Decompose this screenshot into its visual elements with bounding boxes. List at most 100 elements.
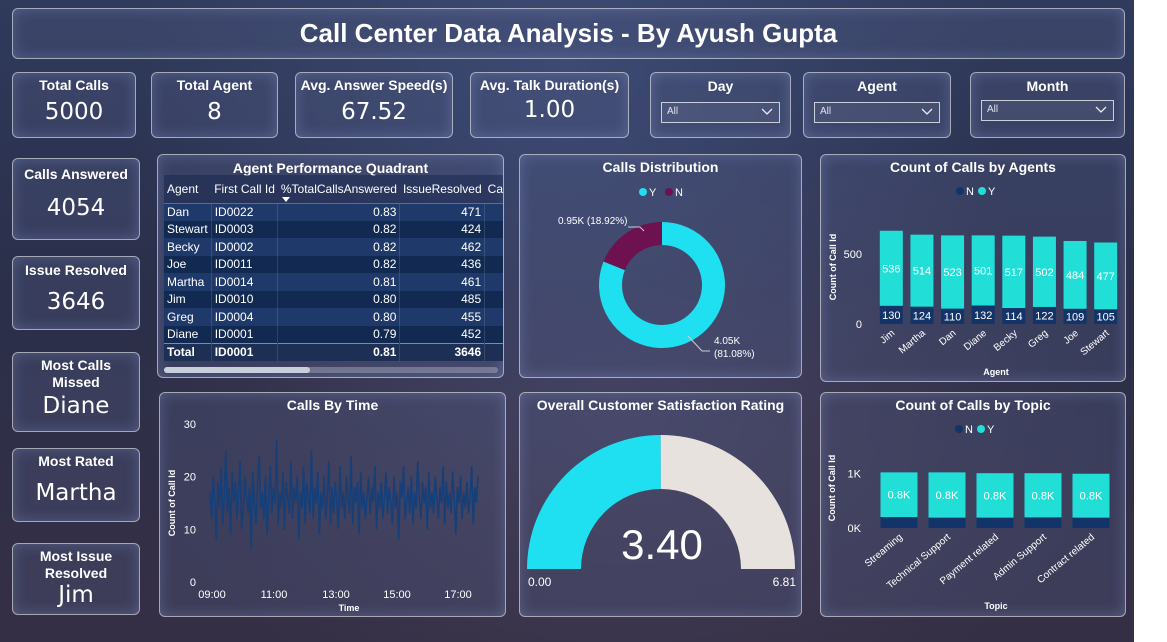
column-header[interactable]: First Call Id bbox=[211, 175, 278, 204]
table-cell: Diane bbox=[164, 325, 212, 343]
data-label-N: 109 bbox=[1066, 311, 1084, 323]
table-row[interactable]: Greg ID0004 0.80 455 bbox=[164, 308, 503, 326]
donut-slice-N[interactable] bbox=[603, 222, 662, 271]
chevron-down-icon bbox=[921, 108, 933, 115]
data-label-N: 130 bbox=[882, 310, 900, 322]
kpi-label: Issue Resolved bbox=[25, 262, 127, 278]
sort-descending-icon bbox=[281, 196, 290, 202]
bar-N[interactable] bbox=[880, 517, 918, 528]
scrollbar-thumb[interactable] bbox=[164, 367, 310, 373]
bar-N[interactable] bbox=[1024, 517, 1062, 528]
kpi-value: Jim bbox=[58, 582, 94, 608]
legend-marker-Y bbox=[639, 188, 647, 196]
y-tick-label: 0 bbox=[856, 319, 862, 331]
data-label-N: 105 bbox=[1097, 312, 1115, 324]
data-label-Y: 0.8K bbox=[936, 490, 959, 502]
x-axis-label: Time bbox=[339, 603, 360, 613]
x-tick-label: Martha bbox=[897, 328, 928, 357]
table-row[interactable]: Dan ID0022 0.83 471 bbox=[164, 203, 503, 221]
agent-performance-table-card: Agent Performance Quadrant Agent First C… bbox=[157, 154, 504, 378]
x-tick-label: 09:00 bbox=[198, 589, 226, 601]
x-tick-label: Stewart bbox=[1079, 328, 1112, 358]
data-label-Y: 477 bbox=[1097, 271, 1115, 283]
x-tick-label: 11:00 bbox=[261, 589, 288, 601]
column-header[interactable]: %TotalCallsAnswered bbox=[277, 175, 400, 204]
kpi-most-issue-resolved: Most Issue Resolved Jim bbox=[12, 543, 140, 615]
kpi-total-calls: Total Calls 5000 bbox=[12, 72, 136, 138]
kpi-total-agent: Total Agent 8 bbox=[151, 72, 278, 138]
legend-label-Y: Y bbox=[649, 187, 657, 199]
page-title: Call Center Data Analysis - By Ayush Gup… bbox=[299, 18, 838, 48]
kpi-label: Total Agent bbox=[176, 77, 253, 93]
table-cell: ID0014 bbox=[211, 273, 279, 291]
table-cell: ID0001 bbox=[211, 342, 279, 361]
table-cell: 0.81 bbox=[277, 342, 401, 361]
data-label-Y: 501 bbox=[974, 265, 992, 277]
slicer-month[interactable]: Month All bbox=[970, 72, 1125, 138]
column-header[interactable]: Ca bbox=[484, 175, 503, 204]
calls-line-series[interactable] bbox=[209, 439, 479, 551]
x-tick-label: Streaming bbox=[863, 532, 905, 570]
gauge-min-label: 0.00 bbox=[528, 575, 552, 589]
y-tick-label: 30 bbox=[184, 419, 196, 431]
data-label-Y: 0.8K bbox=[888, 490, 911, 502]
month-dropdown[interactable]: All bbox=[981, 100, 1114, 121]
table-cell: 0.81 bbox=[277, 273, 401, 291]
y-tick-label: 0 bbox=[190, 577, 196, 589]
y-axis-label: Count of Call Id bbox=[828, 234, 838, 301]
chevron-down-icon bbox=[1095, 106, 1107, 113]
table-row[interactable]: Stewart ID0003 0.82 424 bbox=[164, 220, 503, 238]
x-tick-label: 13:00 bbox=[322, 589, 350, 601]
table-row[interactable]: Joe ID0011 0.82 436 bbox=[164, 255, 503, 273]
kpi-avg-answer-speed: Avg. Answer Speed(s) 67.52 bbox=[295, 72, 453, 138]
horizontal-scrollbar[interactable] bbox=[164, 367, 498, 373]
table-cell: Dan bbox=[164, 203, 212, 221]
table-cell: 455 bbox=[399, 308, 486, 326]
table-total-row[interactable]: Total ID0001 0.81 3646 bbox=[164, 342, 503, 361]
table-cell bbox=[484, 308, 503, 326]
kpi-value: 1.00 bbox=[523, 97, 576, 123]
table-cell: 0.82 bbox=[277, 255, 401, 273]
table-row[interactable]: Martha ID0014 0.81 461 bbox=[164, 273, 503, 291]
table-cell: Greg bbox=[164, 308, 212, 326]
table-cell bbox=[484, 203, 503, 221]
kpi-label: Avg. Talk Duration(s) bbox=[479, 77, 620, 93]
column-header[interactable]: IssueResolved bbox=[399, 175, 485, 204]
y-axis-label: Count of Call Id bbox=[827, 455, 837, 522]
table-cell: 452 bbox=[399, 325, 486, 343]
table-cell: ID0004 bbox=[211, 308, 279, 326]
y-axis-label: Count of Call Id bbox=[167, 470, 177, 537]
agent-performance-table: Agent First Call Id %TotalCallsAnswered … bbox=[164, 175, 503, 361]
slicer-agent[interactable]: Agent All bbox=[803, 72, 951, 138]
table-cell bbox=[484, 342, 503, 361]
table-row[interactable]: Diane ID0001 0.79 452 bbox=[164, 325, 503, 343]
bar-N[interactable] bbox=[928, 517, 966, 528]
slicer-label: Agent bbox=[857, 78, 897, 94]
table-cell bbox=[484, 220, 503, 238]
agent-dropdown[interactable]: All bbox=[814, 102, 940, 123]
table-cell: Martha bbox=[164, 273, 212, 291]
bar-N[interactable] bbox=[1072, 517, 1110, 528]
table-cell: Stewart bbox=[164, 220, 212, 238]
data-label-Y: 0.8K bbox=[1080, 491, 1103, 503]
calls-by-topic-card: Count of Calls by Topic N Y 0K 1K Count of C… bbox=[820, 392, 1126, 617]
gauge-value: 3.40 bbox=[621, 521, 703, 568]
legend-label-N: N bbox=[675, 187, 683, 199]
day-dropdown[interactable]: All bbox=[661, 102, 780, 123]
dashboard-canvas: Call Center Data Analysis - By Ayush Gup… bbox=[0, 0, 1134, 642]
satisfaction-rating-card: Overall Customer Satisfaction Rating 3.4… bbox=[519, 392, 802, 617]
column-header[interactable]: Agent bbox=[164, 175, 212, 204]
bar-N[interactable] bbox=[976, 517, 1014, 528]
calls-by-time-chart: 0 10 20 30 Count of Call Id 09:00 11:00 13:00 15… bbox=[167, 419, 479, 613]
x-tick-label: 17:00 bbox=[444, 589, 472, 601]
data-label-Y: 523 bbox=[943, 267, 961, 279]
table-row[interactable]: Becky ID0002 0.82 462 bbox=[164, 238, 503, 256]
kpi-value: Martha bbox=[35, 480, 117, 506]
calls-distribution-chart: Y N4.05K(81.08%)0.95K (18.92%) bbox=[558, 187, 755, 360]
slicer-day[interactable]: Day All bbox=[650, 72, 791, 138]
data-label-Y: 4.05K bbox=[714, 336, 740, 347]
data-label-N: 0.95K (18.92%) bbox=[558, 216, 628, 227]
data-label-Y: 536 bbox=[882, 263, 900, 275]
legend-marker-Y bbox=[978, 187, 986, 195]
table-row[interactable]: Jim ID0010 0.80 485 bbox=[164, 290, 503, 308]
